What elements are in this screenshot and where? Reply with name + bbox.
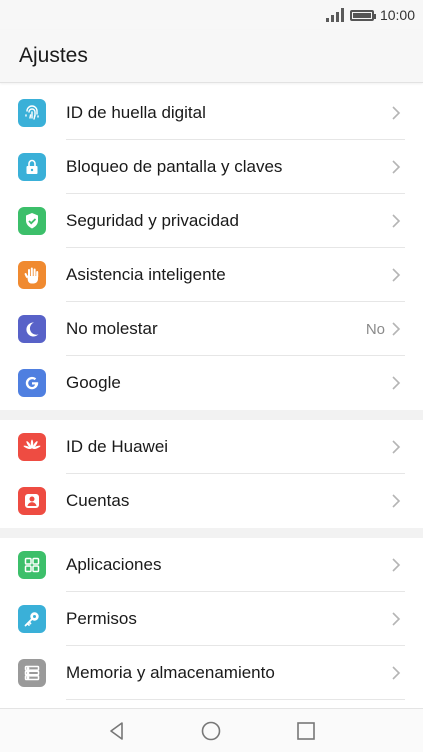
chevron-right-icon bbox=[392, 160, 401, 174]
settings-item-fingerprint[interactable]: ID de huella digital bbox=[0, 86, 423, 140]
settings-item-label: Memoria y almacenamiento bbox=[66, 663, 275, 682]
settings-group-apps: Aplicaciones Permisos Memoria y almacena… bbox=[0, 538, 423, 700]
settings-item-label: ID de huella digital bbox=[66, 103, 206, 122]
user-icon bbox=[18, 487, 46, 515]
settings-item-huawei-id[interactable]: ID de Huawei bbox=[0, 420, 423, 474]
settings-group-security: ID de huella digital Bloqueo de pantalla… bbox=[0, 86, 423, 410]
settings-item-label: Bloqueo de pantalla y claves bbox=[66, 157, 283, 176]
group-separator bbox=[0, 410, 423, 420]
settings-item-label: Cuentas bbox=[66, 491, 130, 510]
settings-item-screen-lock[interactable]: Bloqueo de pantalla y claves bbox=[0, 140, 423, 194]
chevron-right-icon bbox=[392, 494, 401, 508]
divider bbox=[66, 699, 405, 700]
settings-item-smart-assistance[interactable]: Asistencia inteligente bbox=[0, 248, 423, 302]
settings-item-label: ID de Huawei bbox=[66, 437, 169, 456]
settings-item-label: Asistencia inteligente bbox=[66, 265, 226, 284]
settings-item-apps[interactable]: Aplicaciones bbox=[0, 538, 423, 592]
battery-icon bbox=[349, 9, 376, 21]
chevron-right-icon bbox=[392, 440, 401, 454]
settings-item-label: No molestar bbox=[66, 319, 158, 338]
signal-icon bbox=[325, 8, 344, 22]
settings-item-label: Google bbox=[66, 373, 121, 392]
status-icons: 10:00 bbox=[325, 6, 415, 24]
huawei-icon bbox=[18, 433, 46, 461]
settings-item-permissions[interactable]: Permisos bbox=[0, 592, 423, 646]
chevron-right-icon bbox=[392, 558, 401, 572]
key-icon bbox=[18, 605, 46, 633]
fingerprint-icon bbox=[18, 99, 46, 127]
settings-item-security-privacy[interactable]: Seguridad y privacidad bbox=[0, 194, 423, 248]
google-icon bbox=[18, 369, 46, 397]
chevron-right-icon bbox=[392, 268, 401, 282]
shield-icon bbox=[18, 207, 46, 235]
chevron-right-icon bbox=[392, 666, 401, 680]
clock: 10:00 bbox=[379, 7, 415, 23]
settings-item-value: No bbox=[365, 321, 385, 338]
settings-item-accounts[interactable]: Cuentas bbox=[0, 474, 423, 528]
settings-item-label: Permisos bbox=[66, 609, 137, 628]
back-icon[interactable] bbox=[106, 720, 128, 742]
settings-item-storage[interactable]: Memoria y almacenamiento bbox=[0, 646, 423, 700]
settings-item-do-not-disturb[interactable]: No molestar No bbox=[0, 302, 423, 356]
settings-item-label: Seguridad y privacidad bbox=[66, 211, 239, 230]
chevron-right-icon bbox=[392, 376, 401, 390]
app-header: Ajustes bbox=[0, 30, 423, 83]
settings-list: ID de huella digital Bloqueo de pantalla… bbox=[0, 86, 423, 700]
settings-item-google[interactable]: Google bbox=[0, 356, 423, 410]
group-separator bbox=[0, 528, 423, 538]
lock-icon bbox=[18, 153, 46, 181]
chevron-right-icon bbox=[392, 106, 401, 120]
chevron-right-icon bbox=[392, 612, 401, 626]
navigation-bar bbox=[0, 708, 423, 752]
storage-icon bbox=[18, 659, 46, 687]
home-icon[interactable] bbox=[200, 720, 222, 742]
hand-icon bbox=[18, 261, 46, 289]
apps-grid-icon bbox=[18, 551, 46, 579]
page-title: Ajustes bbox=[19, 44, 88, 67]
settings-group-accounts: ID de Huawei Cuentas bbox=[0, 420, 423, 528]
recents-icon[interactable] bbox=[295, 720, 317, 742]
status-bar: 10:00 bbox=[0, 0, 423, 30]
chevron-right-icon bbox=[392, 322, 401, 336]
settings-item-label: Aplicaciones bbox=[66, 555, 162, 574]
moon-icon bbox=[18, 315, 46, 343]
chevron-right-icon bbox=[392, 214, 401, 228]
